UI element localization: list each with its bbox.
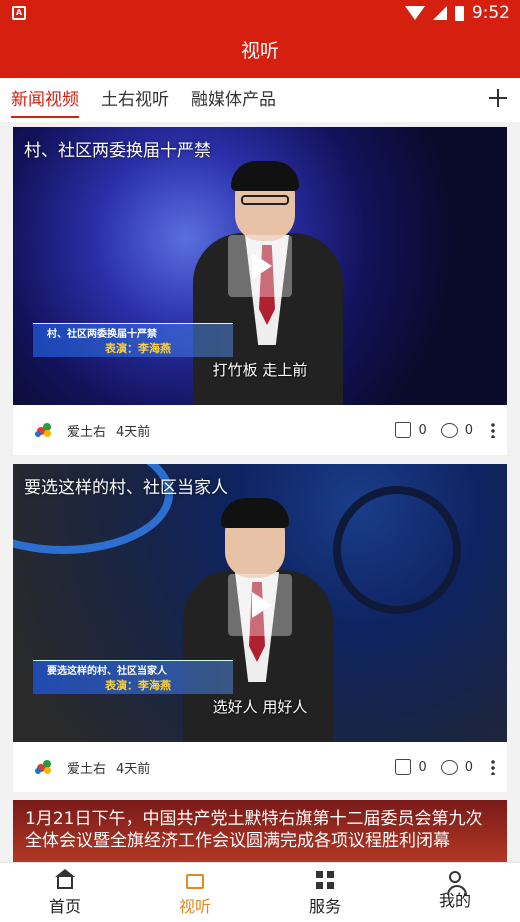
video-thumbnail[interactable]: 要选这样的村、社区当家人 表演：李海燕 选好人 用好人 要选这样的村、社区当家人 [13, 464, 507, 742]
bottom-nav: 首页 视听 服务 我的 [0, 862, 520, 922]
author-name[interactable]: 爱土右 [67, 758, 106, 777]
banner-title: 村、社区两委换届十严禁 [47, 329, 157, 340]
video-meta: 爱土右 4天前 0 0 [13, 742, 507, 792]
nav-services-label: 服务 [308, 897, 341, 916]
author-name[interactable]: 爱土右 [67, 421, 106, 440]
video-banner: 要选这样的村、社区当家人 表演：李海燕 [33, 660, 233, 694]
grid-icon [316, 871, 334, 889]
source-logo-icon [35, 758, 53, 776]
publish-time: 4天前 [116, 761, 151, 777]
status-icons: 9:52 [404, 3, 510, 23]
nav-home-label: 首页 [48, 897, 81, 916]
comment-count: 0 [464, 759, 473, 775]
notification-icon: A [12, 6, 26, 20]
play-icon[interactable] [228, 235, 292, 297]
video-card: 要选这样的村、社区当家人 表演：李海燕 选好人 用好人 要选这样的村、社区当家人… [13, 464, 507, 792]
nav-home[interactable]: 首页 [0, 863, 130, 922]
video-title: 村、社区两委换届十严禁 [24, 141, 211, 161]
nav-mine[interactable]: 我的 [390, 863, 520, 922]
play-icon[interactable] [228, 574, 292, 636]
tab-media-products[interactable]: 融媒体产品 [191, 78, 276, 122]
video-banner: 村、社区两委换届十严禁 表演：李海燕 [33, 323, 233, 357]
video-meta: 爱土右 4天前 0 0 [13, 405, 507, 455]
add-channel-icon[interactable] [488, 88, 508, 108]
tv-icon [186, 874, 204, 889]
wifi-icon [404, 6, 425, 20]
more-options-icon[interactable] [491, 422, 495, 438]
home-icon [55, 869, 75, 889]
tab-turight-media[interactable]: 土右视听 [101, 78, 169, 122]
video-title: 要选这样的村、社区当家人 [24, 478, 228, 498]
comment-icon[interactable] [440, 759, 458, 775]
status-bar: A 9:52 [0, 0, 520, 28]
comment-icon[interactable] [440, 422, 458, 438]
video-thumbnail[interactable]: 村、社区两委换届十严禁 表演：李海燕 打竹板 走上前 村、社区两委换届十严禁 [13, 127, 507, 405]
nav-media-label: 视听 [178, 897, 211, 916]
comment-count: 0 [464, 422, 473, 438]
app-bar: 视听 [0, 28, 520, 78]
banner-performer: 表演：李海燕 [105, 342, 171, 355]
nav-services[interactable]: 服务 [260, 863, 390, 922]
banner-title: 要选这样的村、社区当家人 [47, 666, 167, 677]
user-icon [447, 871, 467, 895]
source-logo-icon [35, 421, 53, 439]
battery-icon [454, 5, 464, 21]
more-options-icon[interactable] [491, 759, 495, 775]
banner-performer: 表演：李海燕 [105, 679, 171, 692]
tab-bar: 新闻视频 土右视听 融媒体产品 [0, 78, 520, 122]
video-subtitle: 选好人 用好人 [212, 698, 308, 716]
video-subtitle: 打竹板 走上前 [212, 361, 308, 379]
like-icon[interactable] [395, 422, 412, 438]
nav-media[interactable]: 视听 [130, 863, 260, 922]
decor-ring [333, 486, 461, 614]
signal-icon [432, 6, 447, 20]
news-card[interactable]: 1月21日下午，中国共产党土默特右旗第十二届委员会第九次全体会议暨全旗经济工作会… [13, 800, 507, 862]
like-count: 0 [418, 759, 427, 775]
news-title: 1月21日下午，中国共产党土默特右旗第十二届委员会第九次全体会议暨全旗经济工作会… [25, 809, 483, 851]
like-count: 0 [418, 422, 427, 438]
status-time: 9:52 [471, 3, 510, 23]
video-card: 村、社区两委换届十严禁 表演：李海燕 打竹板 走上前 村、社区两委换届十严禁 爱… [13, 127, 507, 455]
tab-news-video[interactable]: 新闻视频 [11, 78, 79, 122]
like-icon[interactable] [395, 759, 412, 775]
page-title: 视听 [240, 40, 279, 62]
publish-time: 4天前 [116, 424, 151, 440]
